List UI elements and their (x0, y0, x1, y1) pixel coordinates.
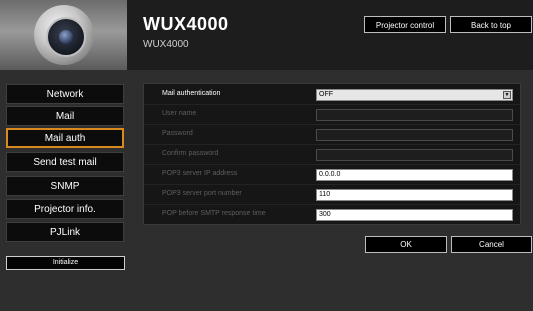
form-row-confirm-password: Confirm password (144, 145, 520, 165)
chevron-down-icon[interactable]: ▼ (503, 91, 511, 99)
form-row-mail-authentication: Mail authentication OFF ▼ (144, 85, 520, 105)
user-name-input[interactable] (316, 109, 513, 121)
user-name-label: User name (162, 110, 197, 117)
form-row-user-name: User name (144, 105, 520, 125)
mail-authentication-label: Mail authentication (162, 90, 221, 97)
password-label: Password (162, 130, 193, 137)
page-subtitle: WUX4000 (143, 39, 189, 50)
sidebar-item-send-test-mail[interactable]: Send test mail (6, 152, 124, 172)
ok-button[interactable]: OK (365, 236, 447, 253)
pop3-port-input[interactable]: 110 (316, 189, 513, 201)
sidebar-item-mail[interactable]: Mail (6, 106, 124, 126)
password-input[interactable] (316, 129, 513, 141)
mail-authentication-value: OFF (319, 91, 333, 98)
confirm-password-label: Confirm password (162, 150, 219, 157)
sidebar-item-snmp[interactable]: SNMP (6, 176, 124, 196)
initialize-button[interactable]: Initialize (6, 256, 125, 270)
pop3-ip-label: POP3 server IP address (162, 170, 238, 177)
projector-image (0, 0, 127, 70)
sidebar-item-projector-info[interactable]: Projector info. (6, 199, 124, 219)
sidebar-item-pjlink[interactable]: PJLink (6, 222, 124, 242)
page-title: WUX4000 (143, 14, 229, 34)
sidebar-item-network[interactable]: Network (6, 84, 124, 104)
pop-smtp-time-label: POP before SMTP response time (162, 210, 266, 217)
header: WUX4000 WUX4000 Projector control Back t… (0, 0, 533, 70)
form-row-password: Password (144, 125, 520, 145)
confirm-password-input[interactable] (316, 149, 513, 161)
projector-control-button[interactable]: Projector control (364, 16, 446, 33)
cancel-button[interactable]: Cancel (451, 236, 532, 253)
sidebar-item-mail-auth[interactable]: Mail auth (6, 128, 124, 148)
mail-authentication-select[interactable]: OFF ▼ (316, 89, 513, 101)
pop-smtp-time-input[interactable]: 300 (316, 209, 513, 221)
form-row-pop3-ip: POP3 server IP address 0.0.0.0 (144, 165, 520, 185)
pop3-port-label: POP3 server port number (162, 190, 242, 197)
form-row-pop-smtp-time: POP before SMTP response time 300 (144, 205, 520, 225)
mail-auth-form: Mail authentication OFF ▼ User name Pass… (143, 83, 521, 225)
form-row-pop3-port: POP3 server port number 110 (144, 185, 520, 205)
projector-lens-icon (34, 5, 94, 65)
back-to-top-button[interactable]: Back to top (450, 16, 532, 33)
pop3-ip-input[interactable]: 0.0.0.0 (316, 169, 513, 181)
